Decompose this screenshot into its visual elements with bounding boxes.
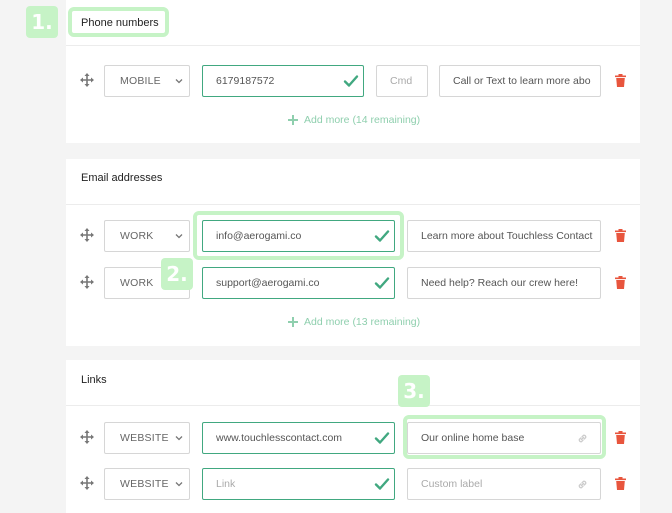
phone-type-value: MOBILE: [120, 75, 161, 87]
annotation-badge-1: 1.: [26, 6, 58, 38]
link-type-value: WEBSITE: [120, 478, 169, 490]
chevron-down-icon: [175, 436, 183, 441]
chevron-down-icon: [175, 234, 183, 239]
phone-type-select[interactable]: MOBILE: [104, 65, 190, 97]
email-addresses-header: Email addresses: [66, 159, 640, 205]
annotation-badge-3: 3.: [398, 375, 430, 407]
email-address-value: support@aerogami.co: [216, 277, 320, 289]
link-url-value: www.touchlesscontact.com: [216, 432, 343, 444]
link-url-input[interactable]: Link: [202, 468, 395, 500]
email-label-value: Learn more about Touchless Contact: [421, 230, 593, 242]
phone-number-input[interactable]: 6179187572: [202, 65, 364, 97]
highlight-link-label: [403, 415, 606, 459]
email-label-input[interactable]: Learn more about Touchless Contact: [407, 220, 601, 252]
trash-icon[interactable]: [615, 431, 626, 444]
phone-number-value: 6179187572: [216, 75, 275, 87]
move-icon[interactable]: [80, 430, 94, 444]
plus-icon: [288, 115, 298, 125]
links-title: Links: [81, 374, 107, 386]
check-icon: [374, 277, 390, 289]
trash-icon[interactable]: [615, 74, 626, 87]
chevron-down-icon: [175, 79, 183, 84]
check-icon: [374, 478, 390, 490]
phone-label-input[interactable]: Call or Text to learn more abo: [439, 65, 601, 97]
link-type-select[interactable]: WEBSITE: [104, 468, 190, 500]
email-label-value: Need help? Reach our crew here!: [421, 277, 579, 289]
link-type-value: WEBSITE: [120, 432, 169, 444]
phone-add-more-button[interactable]: Add more (14 remaining): [288, 114, 420, 126]
move-icon[interactable]: [80, 476, 94, 490]
email-address-input[interactable]: support@aerogami.co: [202, 267, 395, 299]
email-addresses-title: Email addresses: [81, 172, 163, 184]
chevron-down-icon: [175, 482, 183, 487]
email-type-value: WORK: [120, 277, 154, 289]
phone-ext-placeholder: Cmd: [390, 75, 413, 87]
trash-icon[interactable]: [615, 229, 626, 242]
link-icon: [578, 480, 587, 489]
link-url-input[interactable]: www.touchlesscontact.com: [202, 422, 395, 454]
email-type-value: WORK: [120, 230, 154, 242]
phone-ext-input[interactable]: Cmd: [376, 65, 428, 97]
trash-icon[interactable]: [615, 477, 626, 490]
phone-label-value: Call or Text to learn more abo: [453, 75, 591, 87]
move-icon[interactable]: [80, 73, 94, 87]
email-row: WORK support@aerogami.co Need help? Reac…: [66, 267, 640, 299]
links-header: Links: [66, 360, 640, 406]
trash-icon[interactable]: [615, 276, 626, 289]
check-icon: [374, 432, 390, 444]
link-type-select[interactable]: WEBSITE: [104, 422, 190, 454]
annotation-badge-2: 2.: [161, 258, 193, 290]
plus-icon: [288, 317, 298, 327]
link-label-placeholder: Custom label: [421, 478, 483, 490]
phone-row: MOBILE 6179187572 Cmd Call or Text to le…: [66, 65, 640, 97]
move-icon[interactable]: [80, 275, 94, 289]
check-icon: [343, 75, 359, 87]
link-row: WEBSITE Link Custom label: [66, 468, 640, 500]
move-icon[interactable]: [80, 228, 94, 242]
link-label-input[interactable]: Custom label: [407, 468, 601, 500]
email-add-more-label: Add more (13 remaining): [304, 316, 421, 328]
link-url-placeholder: Link: [216, 478, 236, 490]
email-type-select[interactable]: WORK: [104, 220, 190, 252]
email-add-more-button[interactable]: Add more (13 remaining): [288, 316, 420, 328]
highlight-email-address: [193, 211, 404, 260]
phone-add-more-label: Add more (14 remaining): [304, 114, 421, 126]
highlight-phone-numbers-title: [68, 7, 169, 37]
email-label-input[interactable]: Need help? Reach our crew here!: [407, 267, 601, 299]
